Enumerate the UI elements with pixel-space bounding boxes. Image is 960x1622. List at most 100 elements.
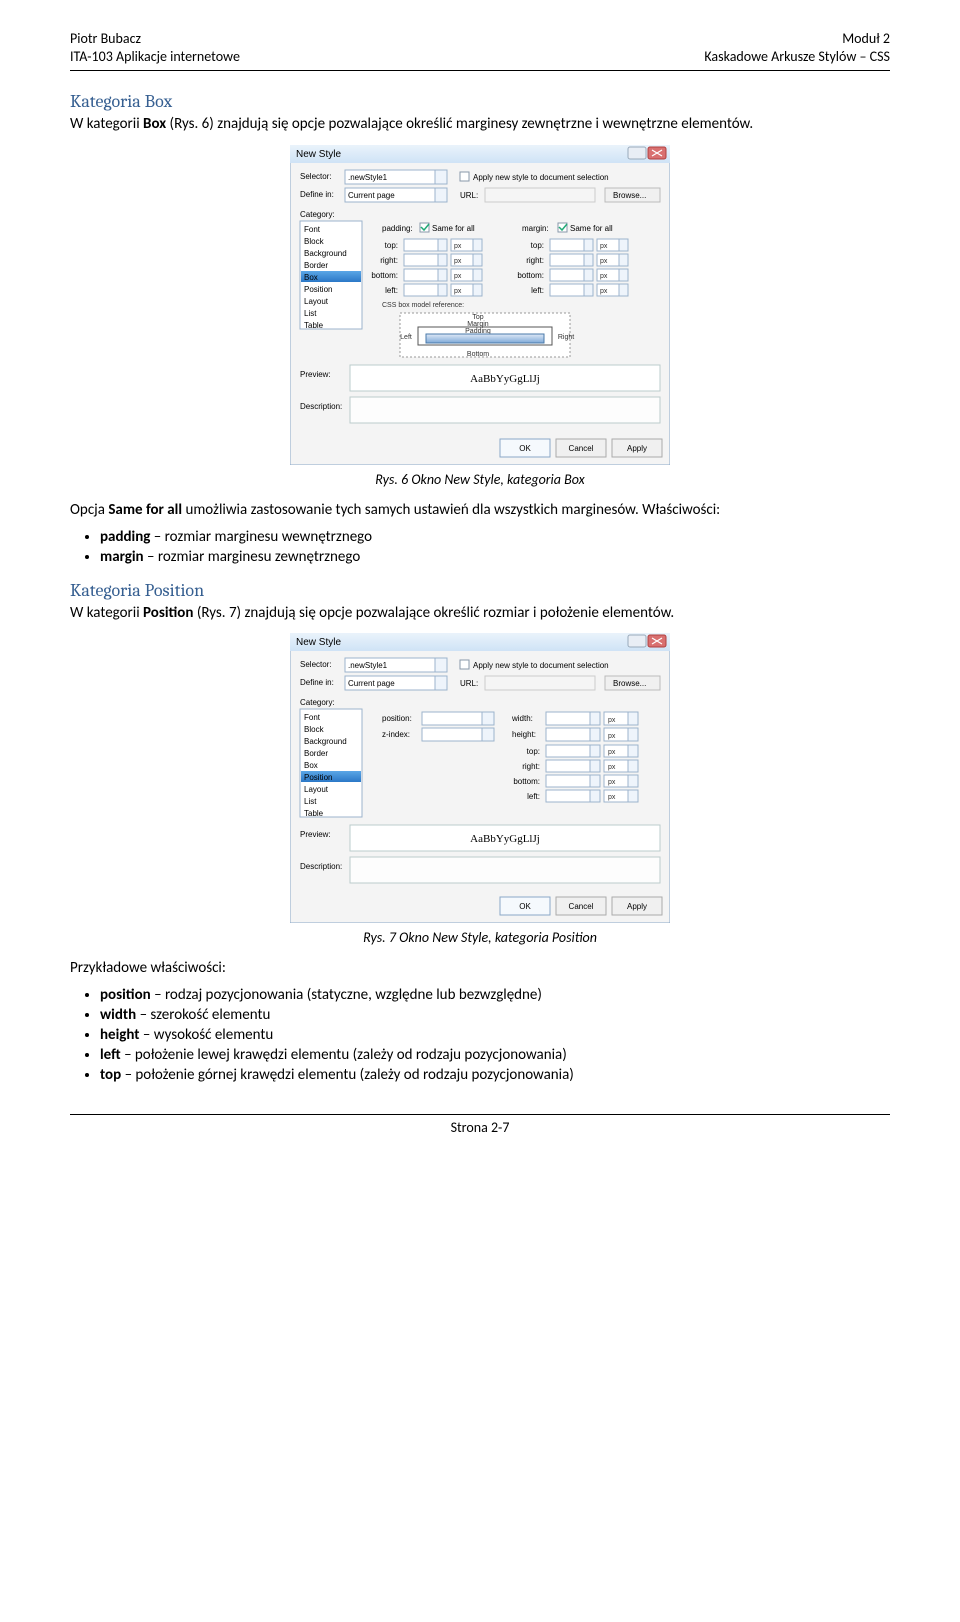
dropdown-icon[interactable] [482,712,494,725]
section-heading-box: Kategoria Box [70,91,890,112]
unit-label: px [608,717,616,724]
zindex-input[interactable] [422,728,482,741]
zindex-label: z-index: [382,730,410,739]
side-label: bottom: [513,777,540,786]
spinner-icon[interactable] [438,284,447,296]
category-item[interactable]: Font [304,225,321,234]
spinner-icon[interactable] [590,745,600,757]
category-item[interactable]: Layout [304,297,329,306]
category-item[interactable]: Box [304,273,318,282]
category-item[interactable]: List [304,797,317,806]
spinner-icon[interactable] [590,728,600,741]
box-model-right: Right [558,334,574,341]
dropdown-icon[interactable] [628,790,638,802]
dropdown-icon[interactable] [619,284,628,296]
apply-checkbox[interactable] [460,660,469,669]
dropdown-icon[interactable] [619,269,628,281]
category-item[interactable]: Border [304,749,328,758]
spinner-icon[interactable] [584,239,593,251]
category-item[interactable]: Layout [304,785,329,794]
window-minmax-icon[interactable] [628,635,646,647]
box-model-label: CSS box model reference: [382,302,464,309]
definein-value[interactable]: Current page [348,679,395,688]
spinner-icon[interactable] [584,269,593,281]
spinner-icon[interactable] [590,790,600,802]
category-item[interactable]: Table [304,809,324,818]
dropdown-icon[interactable] [435,676,447,690]
category-item[interactable]: Box [304,761,318,770]
margin-value-input[interactable] [550,254,584,266]
dropdown-icon[interactable] [473,284,482,296]
padding-value-input[interactable] [404,239,438,251]
spinner-icon[interactable] [590,775,600,787]
dropdown-icon[interactable] [435,188,447,202]
width-input[interactable] [546,712,590,725]
dialog-title: New Style [296,149,341,160]
position-offset-input[interactable] [546,790,590,802]
dropdown-icon[interactable] [619,239,628,251]
padding-value-input[interactable] [404,269,438,281]
padding-value-input[interactable] [404,284,438,296]
window-close-icon[interactable] [648,147,666,159]
selector-value[interactable]: .newStyle1 [348,661,388,670]
position-offset-input[interactable] [546,760,590,772]
position-offset-input[interactable] [546,775,590,787]
category-item[interactable]: Font [304,713,321,722]
figure-new-style-box: New Style Selector: .newStyle1 Apply new… [70,145,890,465]
apply-checkbox[interactable] [460,172,469,181]
spinner-icon[interactable] [590,760,600,772]
position-offset-input[interactable] [546,745,590,757]
window-close-icon[interactable] [648,635,666,647]
ok-button-label: OK [519,902,531,911]
spinner-icon[interactable] [438,269,447,281]
window-minmax-icon[interactable] [628,147,646,159]
header-module: Moduł 2 [704,30,890,48]
category-item[interactable]: Block [304,237,325,246]
spinner-icon[interactable] [438,254,447,266]
definein-label: Define in: [300,678,334,687]
dropdown-icon[interactable] [628,775,638,787]
dropdown-icon[interactable] [628,760,638,772]
position-input[interactable] [422,712,482,725]
height-input[interactable] [546,728,590,741]
browse-button-label: Browse... [613,191,646,200]
padding-value-input[interactable] [404,254,438,266]
spinner-icon[interactable] [584,254,593,266]
category-item[interactable]: Background [304,737,347,746]
side-label: right: [380,256,398,265]
spinner-icon[interactable] [584,284,593,296]
dropdown-icon[interactable] [628,728,638,741]
category-item[interactable]: Position [304,285,332,294]
dropdown-icon[interactable] [619,254,628,266]
url-input[interactable] [485,188,595,202]
margin-value-input[interactable] [550,269,584,281]
dropdown-icon[interactable] [435,170,447,184]
url-input[interactable] [485,676,595,690]
selector-value[interactable]: .newStyle1 [348,173,388,182]
margin-value-input[interactable] [550,284,584,296]
margin-value-input[interactable] [550,239,584,251]
category-item[interactable]: Border [304,261,328,270]
dropdown-icon[interactable] [628,745,638,757]
category-item[interactable]: Position [304,773,332,782]
dropdown-icon[interactable] [473,269,482,281]
category-item[interactable]: List [304,309,317,318]
unit-label: px [600,258,608,265]
definein-value[interactable]: Current page [348,191,395,200]
dropdown-icon[interactable] [473,239,482,251]
spinner-icon[interactable] [590,712,600,725]
category-item[interactable]: Table [304,321,324,330]
url-label: URL: [460,679,478,688]
figure-caption-position: Rys. 7 Okno New Style, kategoria Positio… [70,929,890,946]
side-label: left: [531,286,544,295]
category-item[interactable]: Block [304,725,325,734]
category-item[interactable]: Background [304,249,347,258]
text: W kategorii [70,115,143,133]
spinner-icon[interactable] [438,239,447,251]
dropdown-icon[interactable] [435,658,447,672]
dropdown-icon[interactable] [482,728,494,741]
unit-label: px [600,243,608,250]
margin-label: margin: [522,224,549,233]
dropdown-icon[interactable] [628,712,638,725]
dropdown-icon[interactable] [473,254,482,266]
